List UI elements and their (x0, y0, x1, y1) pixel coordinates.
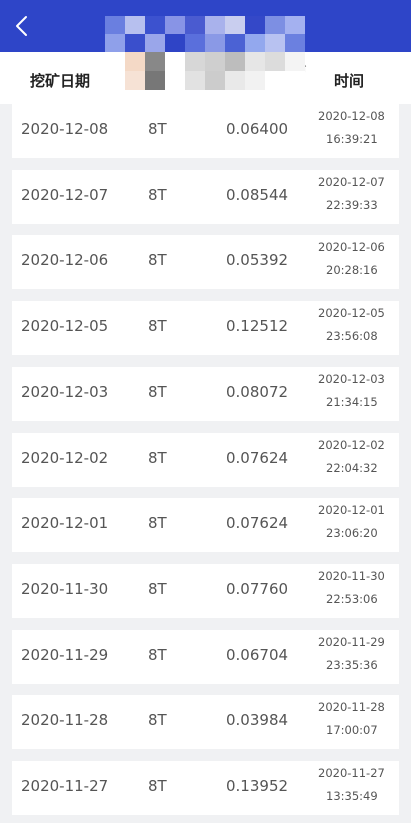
pixelated-title-area (105, 16, 305, 52)
list-item: 2020-11-30 8T 0.07760 2020-11-30 22:53:06 (12, 564, 399, 618)
record-amount: 0.05392 (226, 251, 289, 269)
record-time-clock: 21:34:15 (326, 395, 378, 409)
list-item: 2020-11-27 8T 0.13952 2020-11-27 13:35:49 (12, 761, 399, 815)
record-date: 2020-11-28 (21, 711, 109, 729)
record-amount: 0.08072 (226, 383, 289, 401)
record-amount: 0.07624 (226, 449, 289, 467)
record-time-date: 2020-12-07 (318, 175, 385, 189)
record-time-clock: 23:06:20 (326, 526, 378, 540)
record-amount: 0.13952 (226, 777, 289, 795)
record-date: 2020-11-27 (21, 777, 109, 795)
record-time-clock: 23:35:36 (326, 658, 378, 672)
record-time-clock: 23:56:08 (326, 329, 378, 343)
record-power: 8T (148, 251, 167, 269)
record-time-date: 2020-11-29 (318, 635, 385, 649)
record-time-date: 2020-12-06 (318, 240, 385, 254)
record-power: 8T (148, 777, 167, 795)
record-power: 8T (148, 120, 167, 138)
record-power: 8T (148, 383, 167, 401)
record-amount: 0.03984 (226, 711, 289, 729)
record-amount: 0.06400 (226, 120, 289, 138)
record-power: 8T (148, 514, 167, 532)
record-date: 2020-12-02 (21, 449, 109, 467)
top-app-bar (0, 0, 411, 52)
back-button[interactable] (6, 8, 42, 44)
column-header-time: 时间 (334, 72, 365, 90)
record-amount: 0.06704 (226, 646, 289, 664)
record-power: 8T (148, 711, 167, 729)
record-power: 8T (148, 317, 167, 335)
record-time-date: 2020-12-01 (318, 503, 385, 517)
record-time-date: 2020-12-03 (318, 372, 385, 386)
record-date: 2020-12-06 (21, 251, 109, 269)
list-item: 2020-11-29 8T 0.06704 2020-11-29 23:35:36 (12, 630, 399, 684)
list-item: 2020-12-05 8T 0.12512 2020-12-05 23:56:08 (12, 301, 399, 355)
list-item: 2020-12-02 8T 0.07624 2020-12-02 22:04:32 (12, 433, 399, 487)
record-power: 8T (148, 449, 167, 467)
record-date: 2020-12-05 (21, 317, 109, 335)
record-time-clock: 17:00:07 (326, 723, 378, 737)
list-item: 2020-12-07 8T 0.08544 2020-12-07 22:39:33 (12, 170, 399, 224)
record-time-clock: 22:39:33 (326, 198, 378, 212)
record-amount: 0.07624 (226, 514, 289, 532)
list-item: 2020-12-06 8T 0.05392 2020-12-06 20:28:16 (12, 235, 399, 289)
record-time-date: 2020-11-30 (318, 569, 385, 583)
record-time-clock: 16:39:21 (326, 132, 378, 146)
record-time-date: 2020-12-05 (318, 306, 385, 320)
record-date: 2020-12-03 (21, 383, 109, 401)
record-time-date: 2020-11-27 (318, 766, 385, 780)
record-date: 2020-12-08 (21, 120, 109, 138)
record-time-date: 2020-12-02 (318, 438, 385, 452)
list-item: 2020-12-03 8T 0.08072 2020-12-03 21:34:15 (12, 367, 399, 421)
record-amount: 0.12512 (226, 317, 289, 335)
record-time-clock: 22:53:06 (326, 592, 378, 606)
record-power: 8T (148, 580, 167, 598)
list-item: 2020-12-08 8T 0.06400 2020-12-08 16:39:21 (12, 104, 399, 158)
chevron-left-icon (16, 16, 27, 36)
record-amount: 0.07760 (226, 580, 289, 598)
record-date: 2020-12-01 (21, 514, 109, 532)
record-date: 2020-11-30 (21, 580, 109, 598)
list-item: 2020-12-01 8T 0.07624 2020-12-01 23:06:20 (12, 498, 399, 552)
record-power: 8T (148, 646, 167, 664)
record-time-date: 2020-11-28 (318, 700, 385, 714)
column-header-mining-date: 挖矿日期 (30, 72, 91, 90)
record-amount: 0.08544 (226, 186, 289, 204)
record-time-clock: 13:35:49 (326, 789, 378, 803)
list-item: 2020-11-28 8T 0.03984 2020-11-28 17:00:07 (12, 695, 399, 749)
record-time-date: 2020-12-08 (318, 109, 385, 123)
record-date: 2020-11-29 (21, 646, 109, 664)
record-time-clock: 20:28:16 (326, 263, 378, 277)
record-date: 2020-12-07 (21, 186, 109, 204)
record-power: 8T (148, 186, 167, 204)
record-time-clock: 22:04:32 (326, 461, 378, 475)
pixelated-header-area (125, 52, 305, 90)
